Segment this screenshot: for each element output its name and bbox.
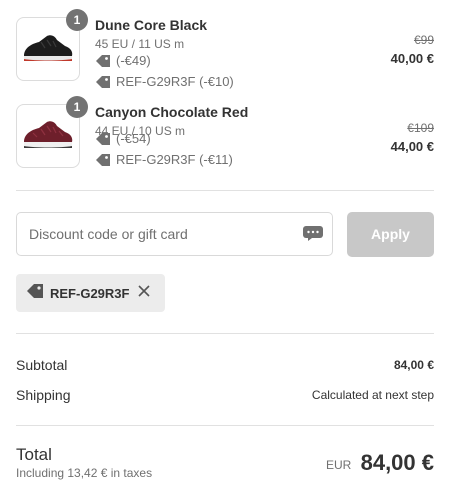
- discount-code-text: REF-G29R3F (-€10): [116, 74, 234, 89]
- shipping-value: Calculated at next step: [311, 388, 434, 402]
- product-name: Canyon Chocolate Red: [95, 104, 249, 120]
- tag-icon: [95, 75, 111, 89]
- quantity-badge: 1: [66, 96, 88, 118]
- original-price: €99: [413, 33, 434, 47]
- original-price: €109: [407, 121, 434, 135]
- tag-icon: [95, 153, 111, 167]
- quantity-badge: 1: [66, 9, 88, 31]
- discount-amount: (-€49): [95, 53, 151, 68]
- tag-icon: [95, 132, 111, 146]
- subtotal-label: Subtotal: [16, 357, 68, 373]
- divider: [16, 425, 434, 426]
- item-price: 40,00 €: [390, 51, 434, 66]
- tag-icon: [95, 54, 111, 68]
- total-value: 84,00 €: [360, 450, 434, 475]
- discount-amount-text: (-€49): [116, 53, 151, 68]
- product-name: Dune Core Black: [95, 17, 208, 33]
- discount-amount: (-€54): [95, 131, 151, 146]
- discount-code-field[interactable]: [16, 212, 333, 256]
- discount-code-input[interactable]: [29, 213, 299, 255]
- line-item: 1 Dune Core Black 45 EU / 11 US m (-€49)…: [16, 9, 434, 95]
- subtotal-value: 84,00 €: [393, 358, 434, 372]
- discount-amount-text: (-€54): [116, 131, 151, 146]
- discount-code-text: REF-G29R3F (-€11): [116, 152, 233, 167]
- gift-card-icon: [302, 225, 324, 246]
- divider: [16, 190, 434, 191]
- red-sneaker-icon: [24, 121, 73, 148]
- product-variant: 45 EU / 11 US m: [95, 37, 185, 51]
- currency-code: EUR: [326, 458, 352, 472]
- tag-icon: [26, 283, 44, 304]
- remove-code-icon[interactable]: [138, 284, 151, 302]
- total-label: Total: [16, 445, 52, 464]
- applied-code-label: REF-G29R3F: [50, 285, 130, 301]
- line-item: 1 Canyon Chocolate Red 44 EU / 10 US m (…: [16, 96, 434, 182]
- divider: [16, 333, 434, 334]
- applied-discount-chip: REF-G29R3F: [16, 274, 165, 312]
- apply-button[interactable]: Apply: [347, 212, 434, 257]
- shipping-label: Shipping: [16, 387, 71, 403]
- item-price: 44,00 €: [390, 139, 434, 154]
- discount-code: REF-G29R3F (-€11): [95, 152, 233, 167]
- discount-code: REF-G29R3F (-€10): [95, 74, 234, 89]
- black-sneaker-icon: [24, 35, 73, 61]
- taxes-note: Including 13,42 € in taxes: [16, 466, 153, 480]
